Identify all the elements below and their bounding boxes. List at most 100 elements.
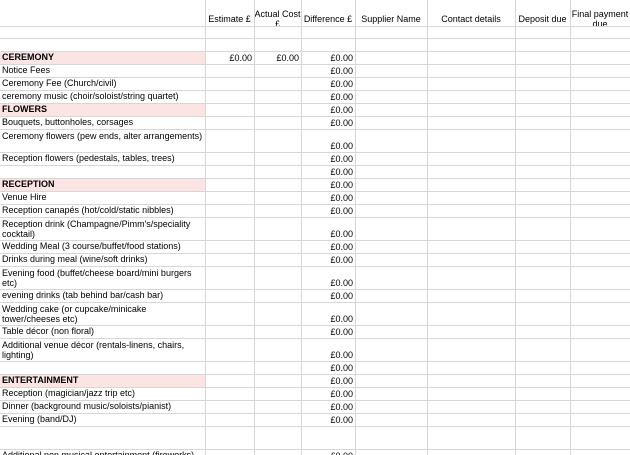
final-payment-cell[interactable] [570, 289, 630, 302]
contact-cell[interactable] [427, 51, 515, 64]
final-payment-cell[interactable] [570, 426, 630, 449]
final-payment-cell[interactable] [570, 325, 630, 338]
supplier-cell[interactable] [355, 38, 427, 51]
estimate-cell[interactable] [205, 165, 254, 178]
actual-cost-cell[interactable] [254, 253, 301, 266]
contact-cell[interactable] [427, 338, 515, 361]
contact-cell[interactable] [427, 426, 515, 449]
contact-cell[interactable] [427, 289, 515, 302]
difference-cell[interactable]: £0.00 [301, 266, 355, 289]
difference-cell[interactable]: £0.00 [301, 325, 355, 338]
contact-cell[interactable] [427, 90, 515, 103]
final-payment-cell[interactable] [570, 178, 630, 191]
contact-cell[interactable] [427, 165, 515, 178]
row-label[interactable]: Additional venue décor (rentals-linens, … [0, 338, 205, 361]
contact-cell[interactable] [427, 178, 515, 191]
actual-cost-cell[interactable] [254, 191, 301, 204]
deposit-cell[interactable] [515, 289, 570, 302]
final-payment-cell[interactable] [570, 77, 630, 90]
final-payment-cell[interactable] [570, 204, 630, 217]
estimate-cell[interactable] [205, 178, 254, 191]
row-label[interactable]: Drinks during meal (wine/soft drinks) [0, 253, 205, 266]
actual-cost-cell[interactable] [254, 400, 301, 413]
deposit-cell[interactable] [515, 51, 570, 64]
actual-cost-cell[interactable] [254, 90, 301, 103]
difference-cell[interactable]: £0.00 [301, 90, 355, 103]
row-label[interactable]: ceremony music (choir/soloist/string qua… [0, 90, 205, 103]
estimate-cell[interactable] [205, 400, 254, 413]
deposit-cell[interactable] [515, 64, 570, 77]
difference-cell[interactable]: £0.00 [301, 152, 355, 165]
row-label[interactable] [0, 426, 205, 449]
difference-cell[interactable]: £0.00 [301, 116, 355, 129]
supplier-cell[interactable] [355, 152, 427, 165]
deposit-cell[interactable] [515, 152, 570, 165]
actual-cost-cell[interactable] [254, 426, 301, 449]
supplier-cell[interactable] [355, 289, 427, 302]
final-payment-cell[interactable] [570, 266, 630, 289]
estimate-cell[interactable] [205, 204, 254, 217]
difference-cell[interactable]: £0.00 [301, 240, 355, 253]
estimate-cell[interactable] [205, 90, 254, 103]
contact-cell[interactable] [427, 266, 515, 289]
difference-cell[interactable] [301, 426, 355, 449]
contact-cell[interactable] [427, 204, 515, 217]
final-payment-cell[interactable] [570, 361, 630, 374]
section-label[interactable]: CEREMONY [0, 51, 205, 64]
final-payment-cell[interactable] [570, 103, 630, 116]
estimate-cell[interactable] [205, 191, 254, 204]
difference-cell[interactable]: £0.00 [301, 400, 355, 413]
row-label[interactable]: Wedding cake (or cupcake/minicake tower/… [0, 302, 205, 325]
deposit-cell[interactable] [515, 374, 570, 387]
estimate-cell[interactable] [205, 374, 254, 387]
difference-cell[interactable]: £0.00 [301, 165, 355, 178]
section-label[interactable]: FLOWERS [0, 103, 205, 116]
estimate-cell[interactable] [205, 253, 254, 266]
estimate-cell[interactable] [205, 426, 254, 449]
estimate-cell[interactable] [205, 387, 254, 400]
row-label[interactable] [0, 165, 205, 178]
final-payment-cell[interactable] [570, 116, 630, 129]
row-label[interactable]: Dinner (background music/soloists/pianis… [0, 400, 205, 413]
estimate-cell[interactable] [205, 325, 254, 338]
contact-cell[interactable] [427, 38, 515, 51]
estimate-cell[interactable] [205, 361, 254, 374]
row-label[interactable]: Notice Fees [0, 64, 205, 77]
row-label[interactable]: Wedding Meal (3 course/buffet/food stati… [0, 240, 205, 253]
difference-cell[interactable] [301, 38, 355, 51]
difference-cell[interactable]: £0.00 [301, 204, 355, 217]
actual-cost-cell[interactable] [254, 204, 301, 217]
contact-cell[interactable] [427, 387, 515, 400]
final-payment-cell[interactable] [570, 338, 630, 361]
contact-cell[interactable] [427, 64, 515, 77]
estimate-cell[interactable] [205, 38, 254, 51]
difference-cell[interactable]: £0.00 [301, 253, 355, 266]
deposit-cell[interactable] [515, 302, 570, 325]
row-label[interactable]: Evening (band/DJ) [0, 413, 205, 426]
actual-cost-cell[interactable] [254, 325, 301, 338]
difference-cell[interactable]: £0.00 [301, 217, 355, 240]
row-label[interactable]: Reception canapés (hot/cold/static nibbl… [0, 204, 205, 217]
final-payment-cell[interactable] [570, 165, 630, 178]
supplier-cell[interactable] [355, 302, 427, 325]
actual-cost-cell[interactable] [254, 266, 301, 289]
deposit-cell[interactable] [515, 204, 570, 217]
final-payment-cell[interactable] [570, 64, 630, 77]
difference-cell[interactable]: £0.00 [301, 129, 355, 152]
actual-cost-cell[interactable] [254, 77, 301, 90]
final-payment-cell[interactable] [570, 217, 630, 240]
estimate-cell[interactable] [205, 152, 254, 165]
contact-cell[interactable] [427, 400, 515, 413]
contact-cell[interactable] [427, 191, 515, 204]
actual-cost-cell[interactable] [254, 240, 301, 253]
deposit-cell[interactable] [515, 90, 570, 103]
row-label[interactable]: Reception flowers (pedestals, tables, tr… [0, 152, 205, 165]
final-payment-cell[interactable] [570, 240, 630, 253]
final-payment-cell[interactable] [570, 90, 630, 103]
difference-cell[interactable]: £0.00 [301, 302, 355, 325]
estimate-cell[interactable] [205, 302, 254, 325]
deposit-cell[interactable] [515, 77, 570, 90]
deposit-cell[interactable] [515, 191, 570, 204]
row-label[interactable]: Ceremony Fee (Church/civil) [0, 77, 205, 90]
supplier-cell[interactable] [355, 361, 427, 374]
